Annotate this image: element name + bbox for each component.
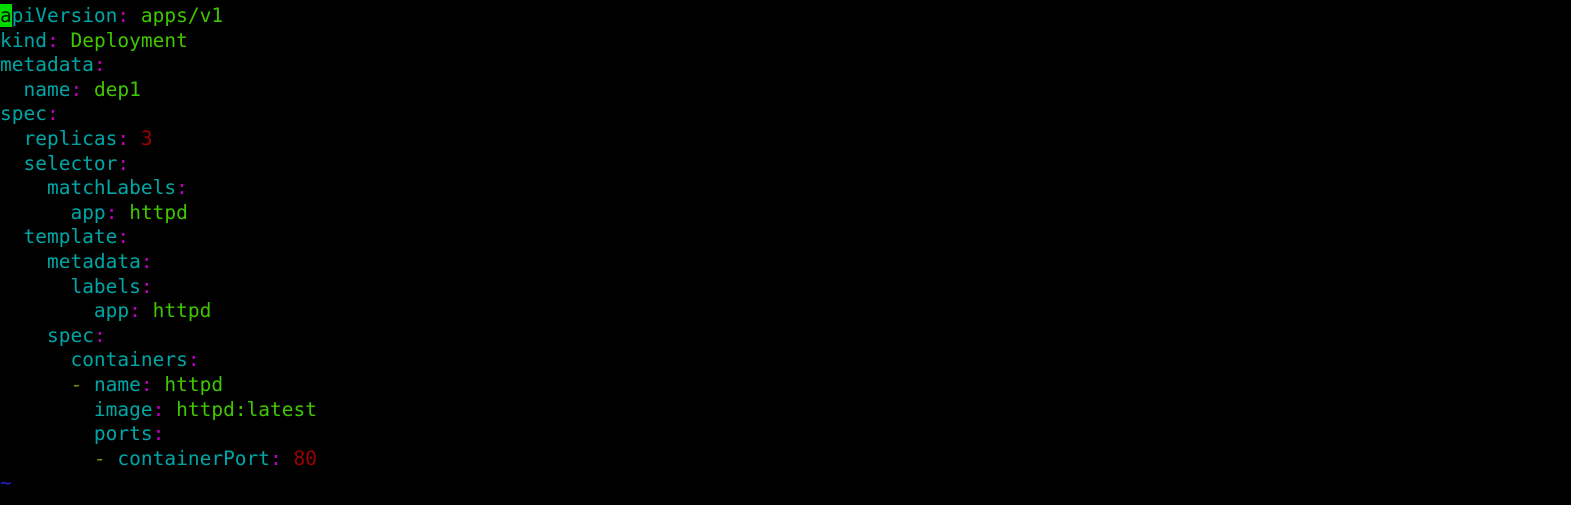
yaml-value: dep1 bbox=[93, 77, 141, 101]
yaml-line[interactable]: replicas: 3 bbox=[0, 127, 1571, 152]
yaml-colon: : bbox=[70, 77, 83, 101]
yaml-colon: : bbox=[93, 323, 106, 347]
line-space bbox=[141, 299, 153, 322]
yaml-key: spec bbox=[46, 323, 94, 347]
line-space bbox=[282, 447, 294, 470]
yaml-line[interactable]: - containerPort: 80 bbox=[0, 447, 1571, 472]
list-dash: - bbox=[70, 372, 94, 396]
yaml-colon: : bbox=[46, 102, 59, 126]
yaml-key: metadata bbox=[0, 53, 94, 77]
yaml-colon: : bbox=[140, 372, 153, 396]
yaml-line[interactable]: ports: bbox=[0, 422, 1571, 447]
yaml-value: 3 bbox=[140, 126, 153, 150]
yaml-line[interactable]: image: httpd:latest bbox=[0, 398, 1571, 423]
yaml-colon: : bbox=[93, 53, 106, 77]
yaml-colon: : bbox=[187, 348, 200, 372]
line-space bbox=[164, 398, 176, 421]
empty-line-marker: ~ bbox=[0, 471, 1571, 496]
yaml-line[interactable]: app: httpd bbox=[0, 299, 1571, 324]
yaml-key: template bbox=[23, 225, 118, 249]
yaml-line[interactable]: template: bbox=[0, 225, 1571, 250]
line-space bbox=[129, 4, 141, 27]
yaml-colon: : bbox=[117, 225, 130, 249]
yaml-line[interactable]: selector: bbox=[0, 152, 1571, 177]
yaml-value: Deployment bbox=[70, 28, 188, 52]
yaml-colon: : bbox=[152, 422, 165, 446]
line-space bbox=[59, 29, 71, 52]
yaml-colon: : bbox=[140, 274, 153, 298]
line-space bbox=[129, 127, 141, 150]
yaml-key: labels bbox=[70, 274, 141, 298]
yaml-key: containers bbox=[70, 348, 188, 372]
tilde-icon: ~ bbox=[0, 471, 12, 495]
yaml-colon: : bbox=[117, 151, 130, 175]
yaml-line[interactable]: apiVersion: apps/v1 bbox=[0, 4, 1571, 29]
list-dash: - bbox=[93, 446, 118, 470]
yaml-line[interactable]: labels: bbox=[0, 275, 1571, 300]
yaml-value: apps/v1 bbox=[140, 4, 224, 27]
yaml-line[interactable]: kind: Deployment bbox=[0, 29, 1571, 54]
yaml-value: httpd:latest bbox=[176, 397, 318, 421]
yaml-colon: : bbox=[105, 200, 118, 224]
yaml-colon: : bbox=[176, 176, 188, 200]
yaml-colon: : bbox=[117, 126, 130, 150]
yaml-key: piVersion bbox=[11, 4, 118, 27]
yaml-colon: : bbox=[129, 299, 141, 323]
yaml-key: containerPort bbox=[117, 446, 271, 470]
cursor-block[interactable]: a bbox=[0, 4, 12, 27]
yaml-key: kind bbox=[0, 28, 47, 52]
yaml-key: ports bbox=[93, 422, 153, 446]
line-space bbox=[82, 78, 94, 101]
line-space bbox=[117, 201, 129, 224]
yaml-key: selector bbox=[23, 151, 118, 175]
vim-text-buffer[interactable]: apiVersion: apps/v1 kind: Deployment metad… bbox=[0, 0, 1571, 496]
yaml-line[interactable]: spec: bbox=[0, 324, 1571, 349]
yaml-key: replicas bbox=[23, 126, 118, 150]
yaml-line[interactable]: spec: bbox=[0, 102, 1571, 127]
yaml-key: name bbox=[23, 77, 71, 101]
yaml-colon: : bbox=[152, 397, 165, 421]
yaml-line[interactable]: matchLabels: bbox=[0, 176, 1571, 201]
yaml-key: metadata bbox=[46, 249, 141, 273]
yaml-line[interactable]: name: dep1 bbox=[0, 78, 1571, 103]
yaml-line[interactable]: metadata: bbox=[0, 250, 1571, 275]
yaml-value: httpd bbox=[129, 200, 188, 224]
yaml-key: matchLabels bbox=[46, 176, 177, 200]
yaml-colon: : bbox=[270, 446, 282, 470]
yaml-colon: : bbox=[117, 4, 130, 27]
yaml-key: spec bbox=[0, 102, 47, 126]
yaml-key: app bbox=[93, 299, 130, 323]
line-space bbox=[153, 373, 165, 396]
yaml-value: httpd bbox=[152, 299, 212, 323]
yaml-line[interactable]: containers: bbox=[0, 348, 1571, 373]
yaml-colon: : bbox=[46, 28, 59, 52]
yaml-line[interactable]: app: httpd bbox=[0, 201, 1571, 226]
yaml-colon: : bbox=[140, 249, 153, 273]
yaml-value: httpd bbox=[164, 372, 224, 396]
yaml-key: image bbox=[93, 397, 153, 421]
yaml-line[interactable]: - name: httpd bbox=[0, 373, 1571, 398]
yaml-key: name bbox=[93, 372, 141, 396]
yaml-key: app bbox=[70, 200, 106, 224]
terminal-window[interactable]: apiVersion: apps/v1 kind: Deployment metad… bbox=[0, 0, 1571, 505]
yaml-line[interactable]: metadata: bbox=[0, 53, 1571, 78]
yaml-value: 80 bbox=[293, 446, 318, 470]
